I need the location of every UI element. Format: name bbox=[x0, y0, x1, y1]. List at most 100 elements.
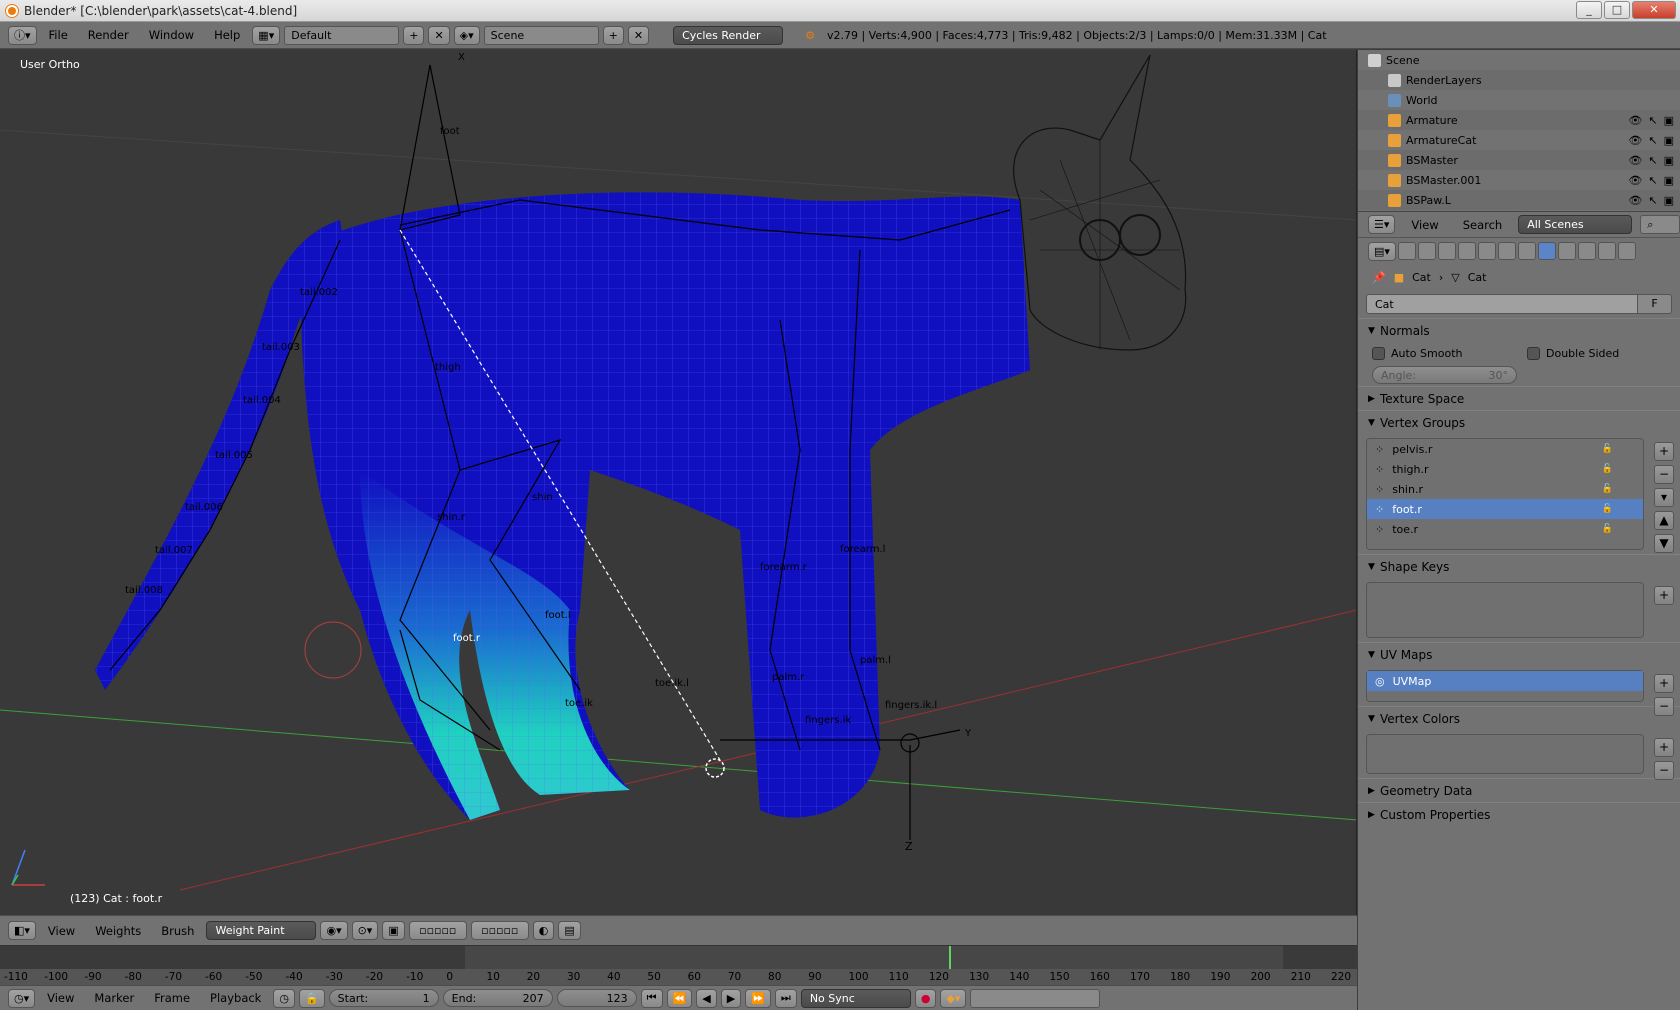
add-vertex-color-button[interactable]: + bbox=[1654, 738, 1674, 757]
camera-icon[interactable]: ▣ bbox=[1664, 114, 1674, 127]
panel-normals[interactable]: ▼ Normals bbox=[1358, 318, 1680, 342]
opengl-render-icon[interactable]: ▤ bbox=[558, 921, 581, 940]
jump-end-icon[interactable]: ⏭ bbox=[774, 988, 797, 1008]
list-item[interactable]: ⁘ shin.r 🔓 bbox=[1367, 479, 1643, 499]
mesh-name-field[interactable]: Cat bbox=[1366, 294, 1638, 314]
menu-marker[interactable]: Marker bbox=[86, 991, 142, 1005]
angle-field[interactable]: Angle: 30° bbox=[1372, 366, 1517, 384]
list-item[interactable]: ⁘ toe.r 🔓 bbox=[1367, 519, 1643, 539]
play-reverse-icon[interactable]: ◀ bbox=[696, 988, 717, 1008]
add-scene-icon[interactable]: + bbox=[602, 25, 624, 45]
jump-start-icon[interactable]: ⏮ bbox=[640, 988, 663, 1008]
outliner-row[interactable]: BSMaster.001 👁 ↖ ▣ bbox=[1358, 170, 1680, 190]
list-item[interactable]: ◎ UVMap bbox=[1367, 671, 1643, 691]
keying-set-icon[interactable]: ◆▾ bbox=[940, 988, 967, 1008]
remove-vertex-color-button[interactable]: − bbox=[1654, 761, 1674, 780]
eye-icon[interactable]: 👁 bbox=[1628, 174, 1642, 187]
preview-range-icon[interactable]: ◷ bbox=[273, 988, 295, 1008]
3d-viewport[interactable]: foot tail.002 tail.003 tail.004 tail.005… bbox=[0, 50, 1357, 915]
cursor-icon[interactable]: ↖ bbox=[1648, 194, 1657, 207]
camera-icon[interactable]: ▣ bbox=[1664, 134, 1674, 147]
pin-icon[interactable]: 📌 bbox=[1372, 271, 1386, 284]
scene-field[interactable]: Scene bbox=[483, 25, 599, 45]
list-item[interactable]: ⁘ pelvis.r 🔓 bbox=[1367, 439, 1643, 459]
tab-render-layers[interactable] bbox=[1417, 242, 1436, 260]
add-uv-map-button[interactable]: + bbox=[1654, 674, 1674, 693]
editor-type-button[interactable]: ◧▾ bbox=[8, 921, 36, 940]
panel-uv-maps[interactable]: ▼ UV Maps bbox=[1358, 642, 1680, 666]
outliner-row[interactable]: BSMaster 👁 ↖ ▣ bbox=[1358, 150, 1680, 170]
tab-object[interactable] bbox=[1477, 242, 1496, 260]
current-frame-marker[interactable] bbox=[948, 946, 951, 970]
outliner-menu-search[interactable]: Search bbox=[1455, 218, 1511, 232]
outliner-row[interactable]: ArmatureCat 👁 ↖ ▣ bbox=[1358, 130, 1680, 150]
lock-icon[interactable]: 🔓 bbox=[1602, 444, 1613, 454]
panel-shape-keys[interactable]: ▼ Shape Keys bbox=[1358, 554, 1680, 578]
camera-icon[interactable]: ▣ bbox=[1664, 194, 1674, 207]
uv-maps-list[interactable]: ◎ UVMap bbox=[1366, 670, 1644, 702]
render-engine-dropdown[interactable]: Cycles Render bbox=[673, 25, 784, 45]
display-mode-dropdown[interactable]: All Scenes bbox=[1518, 215, 1633, 234]
auto-smooth-checkbox[interactable] bbox=[1372, 346, 1385, 360]
outliner-row[interactable]: Armature 👁 ↖ ▣ bbox=[1358, 110, 1680, 130]
maximize-button[interactable]: □ bbox=[1604, 1, 1630, 19]
close-button[interactable]: ✕ bbox=[1632, 1, 1676, 19]
panel-custom-properties[interactable]: ▶ Custom Properties bbox=[1358, 802, 1680, 826]
lock-icon[interactable]: 🔓 bbox=[1602, 524, 1613, 534]
mask-icon[interactable]: ▣ bbox=[382, 921, 405, 940]
fake-user-button[interactable]: F bbox=[1638, 294, 1672, 314]
outliner[interactable]: Scene RenderLayers World Armature 👁 ↖ ▣ Armatur… bbox=[1358, 50, 1680, 212]
camera-icon[interactable]: ▣ bbox=[1664, 154, 1674, 167]
lock-icon[interactable]: 🔓 bbox=[1602, 464, 1613, 474]
menu-window[interactable]: Window bbox=[141, 28, 202, 42]
cursor-icon[interactable]: ↖ bbox=[1648, 134, 1657, 147]
eye-icon[interactable]: 👁 bbox=[1628, 154, 1642, 167]
layers-icon[interactable]: ▫▫▫▫▫ bbox=[408, 921, 467, 940]
info-editor-type-button[interactable]: ⓘ▾ bbox=[8, 25, 37, 45]
screen-layout-field[interactable]: Default bbox=[284, 25, 400, 45]
eye-icon[interactable]: 👁 bbox=[1628, 134, 1642, 147]
lock-icon[interactable]: 🔓 bbox=[1602, 484, 1613, 494]
tab-modifiers[interactable] bbox=[1517, 242, 1536, 260]
tab-material[interactable] bbox=[1557, 242, 1576, 260]
panel-texture-space[interactable]: ▶ Texture Space bbox=[1358, 386, 1680, 410]
prev-keyframe-icon[interactable]: ⏪ bbox=[666, 988, 693, 1008]
record-icon[interactable]: ● bbox=[914, 988, 937, 1008]
scene-icon[interactable]: ◈▾ bbox=[453, 25, 480, 45]
vertex-colors-list[interactable] bbox=[1366, 734, 1644, 774]
cursor-icon[interactable]: ↖ bbox=[1648, 114, 1657, 127]
shape-keys-list[interactable] bbox=[1366, 582, 1644, 638]
cursor-icon[interactable]: ↖ bbox=[1648, 154, 1657, 167]
outliner-row[interactable]: RenderLayers bbox=[1358, 70, 1680, 90]
viewport-shading-icon[interactable]: ◉▾ bbox=[320, 921, 348, 940]
panel-vertex-groups[interactable]: ▼ Vertex Groups bbox=[1358, 410, 1680, 434]
add-layout-icon[interactable]: + bbox=[403, 25, 425, 45]
outliner-row[interactable]: BSPaw.L 👁 ↖ ▣ bbox=[1358, 190, 1680, 210]
keying-set-field[interactable] bbox=[970, 988, 1101, 1008]
double-sided-checkbox[interactable] bbox=[1527, 346, 1540, 360]
mode-dropdown[interactable]: Weight Paint bbox=[206, 921, 317, 940]
tab-constraints[interactable] bbox=[1497, 242, 1516, 260]
sync-dropdown[interactable]: No Sync bbox=[800, 988, 911, 1008]
camera-icon[interactable]: ▣ bbox=[1664, 174, 1674, 187]
menu-file[interactable]: File bbox=[41, 28, 76, 42]
minimize-button[interactable]: _ bbox=[1576, 1, 1602, 19]
move-up-button[interactable]: ▲ bbox=[1654, 511, 1674, 530]
tab-world[interactable] bbox=[1457, 242, 1476, 260]
outliner-row[interactable]: Scene bbox=[1358, 50, 1680, 70]
panel-vertex-colors[interactable]: ▼ Vertex Colors bbox=[1358, 706, 1680, 730]
menu-frame[interactable]: Frame bbox=[146, 991, 198, 1005]
play-icon[interactable]: ▶ bbox=[720, 988, 742, 1008]
tab-texture[interactable] bbox=[1577, 242, 1596, 260]
menu-render[interactable]: Render bbox=[80, 28, 137, 42]
vertex-group-specials-button[interactable]: ▾ bbox=[1654, 488, 1674, 507]
pivot-icon[interactable]: ⊙▾ bbox=[351, 921, 379, 940]
remove-scene-icon[interactable]: ✕ bbox=[627, 25, 650, 45]
lock-icon[interactable]: 🔓 bbox=[1602, 504, 1613, 514]
editor-type-button[interactable]: ☰▾ bbox=[1368, 215, 1396, 234]
tab-mesh-data[interactable] bbox=[1537, 242, 1556, 260]
vertex-groups-list[interactable]: ⁘ pelvis.r 🔓 ⁘ thigh.r 🔓 ⁘ shin.r 🔓 ⁘ foot.r 🔓 ⁘ toe.… bbox=[1366, 438, 1644, 550]
remove-vertex-group-button[interactable]: − bbox=[1654, 465, 1674, 484]
tab-render[interactable] bbox=[1397, 242, 1416, 260]
editor-type-button[interactable]: ◷▾ bbox=[8, 988, 36, 1008]
